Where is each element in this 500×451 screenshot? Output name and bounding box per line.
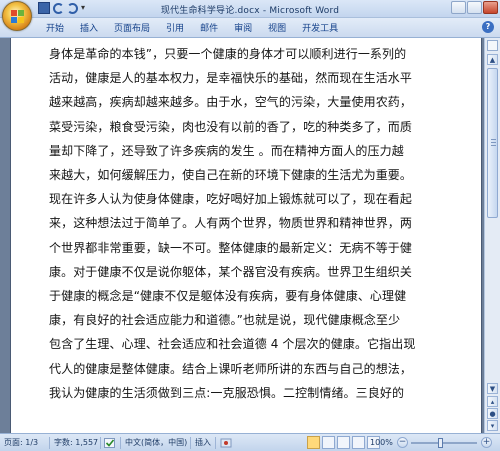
text-line: 越来越高，疾病却越来越多。由于水，空气的污染，大量使用农药， [49, 95, 413, 110]
text-line: 康。对于健康不仅是说你躯体，某个器官没有疾病。世界卫生组织关 [49, 264, 413, 279]
window-controls [451, 1, 498, 14]
status-bar: 页面: 1/3 字数: 1,557 中文(简体，中国) 插入 100% − + [0, 433, 500, 451]
text-line: 身体是革命的本钱”，只要一个健康的身体才可以顺利进行一系列的 [49, 47, 407, 61]
document-page[interactable]: 身体是革命的本钱”，只要一个健康的身体才可以顺利进行一系列的 活动，健康是人的基… [10, 38, 482, 433]
tab-home[interactable]: 开始 [38, 22, 72, 36]
next-page-icon[interactable]: ▾ [487, 420, 498, 431]
text-line: 康，有良好的社会适应能力和道德。”也就是说，现代健康概念至少 [49, 313, 401, 328]
page-count[interactable]: 页面: 1/3 [4, 437, 38, 449]
zoom-level[interactable]: 100% [370, 437, 393, 449]
text-line: 我认为健康的生活须做到三点:一克服恐惧。二控制情绪。三良好的 [49, 385, 405, 400]
tab-insert[interactable]: 插入 [72, 22, 106, 36]
document-body[interactable]: 身体是革命的本钱”，只要一个健康的身体才可以顺利进行一系列的 活动，健康是人的基… [49, 42, 467, 405]
document-area: 身体是革命的本钱”，只要一个健康的身体才可以顺利进行一系列的 活动，健康是人的基… [0, 38, 484, 433]
close-button[interactable] [483, 1, 498, 14]
tab-mailings[interactable]: 邮件 [192, 22, 226, 36]
insert-mode-indicator[interactable]: 插入 [195, 437, 211, 449]
web-layout-icon[interactable] [337, 436, 350, 449]
tab-developer[interactable]: 开发工具 [294, 22, 346, 36]
help-icon[interactable]: ? [482, 21, 494, 33]
text-line: 活动，健康是人的基本权力，是幸福快乐的基础，然而现在生活水平 [49, 71, 413, 86]
macro-record-icon[interactable] [220, 437, 232, 449]
ribbon-tabs: 开始 插入 页面布局 引用 邮件 审阅 视图 开发工具 [38, 22, 346, 36]
window-title: 现代生命科学导论.docx - Microsoft Word [160, 6, 340, 16]
tab-review[interactable]: 审阅 [226, 22, 260, 36]
word-count[interactable]: 字数: 1,557 [54, 437, 98, 449]
text-line: 于健康的概念是“健康不仅是躯体没有疾病，要有身体健康、心理健 [49, 289, 407, 304]
text-line: 来越大，如何缓解压力，使自己在新的环境下健康的生活尤为重要。 [49, 168, 413, 183]
tab-page-layout[interactable]: 页面布局 [106, 22, 158, 36]
office-logo-icon [11, 10, 24, 23]
print-layout-view-icon[interactable] [307, 436, 320, 449]
text-line: 菜受污染，粮食受污染，肉也没有以前的香了，吃的种类多了，而质 [49, 119, 413, 134]
full-screen-reading-icon[interactable] [322, 436, 335, 449]
zoom-slider-thumb[interactable] [438, 438, 443, 448]
scroll-up-arrow-icon[interactable]: ▲ [487, 54, 498, 65]
tab-view[interactable]: 视图 [260, 22, 294, 36]
language-indicator[interactable]: 中文(简体，中国) [125, 437, 187, 449]
title-bar: ▾ 现代生命科学导论.docx - Microsoft Word [0, 0, 500, 31]
proofing-check-icon[interactable] [104, 437, 116, 449]
zoom-out-button[interactable]: − [397, 437, 408, 448]
text-line: 现在许多人认为使身体健康，吃好喝好加上锻炼就可以了，现在看起 [49, 192, 413, 207]
vertical-scrollbar[interactable]: ▲ ▼ ▴ ● ▾ [484, 38, 500, 433]
previous-page-icon[interactable]: ▴ [487, 396, 498, 407]
text-line: 包含了生理、心理、社会适应和社会道德 4 个层次的健康。它指出现 [49, 337, 416, 352]
scrollbar-thumb[interactable] [487, 68, 498, 218]
text-line: 代人的健康是整体健康。结合上课听老师所讲的东西与自己的想法， [49, 361, 413, 376]
text-line: 个世界都非常重要，缺一不可。整体健康的最新定义：无病不等于健 [49, 240, 413, 255]
minimize-button[interactable] [451, 1, 466, 14]
tab-references[interactable]: 引用 [158, 22, 192, 36]
zoom-slider-track[interactable] [411, 442, 477, 444]
browse-object-icon[interactable]: ● [487, 408, 498, 419]
text-line: 来，这种想法过于简单了。人有两个世界，物质世界和精神世界，两 [49, 216, 413, 231]
ruler-toggle-button[interactable] [487, 40, 498, 51]
outline-view-icon[interactable] [352, 436, 365, 449]
zoom-in-button[interactable]: + [481, 437, 492, 448]
scroll-down-arrow-icon[interactable]: ▼ [487, 383, 498, 394]
ribbon: 开始 插入 页面布局 引用 邮件 审阅 视图 开发工具 ? [0, 18, 500, 38]
office-button[interactable] [2, 1, 32, 31]
text-line: 量却下降了，还导致了许多疾病的发生 。而在精神方面人的压力越 [49, 143, 404, 158]
maximize-button[interactable] [467, 1, 482, 14]
